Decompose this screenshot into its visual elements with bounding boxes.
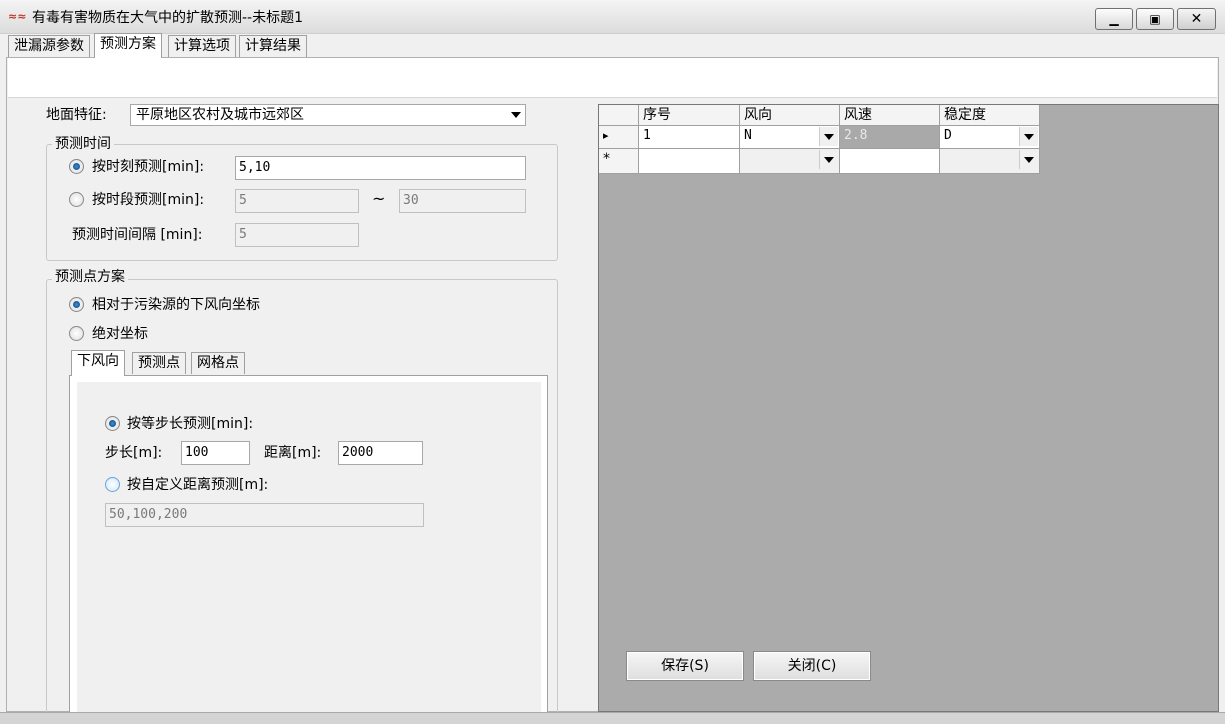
grid-corner	[599, 105, 639, 126]
tab-prediction-plan[interactable]: 预测方案	[94, 33, 162, 58]
period-start-input[interactable]: 5	[235, 189, 359, 213]
title-bar: ≈≈ 有毒有害物质在大气中的扩散预测--未标题1 ▁ ▣ ✕	[0, 0, 1225, 34]
custom-distance-label: 按自定义距离预测[m]:	[127, 477, 269, 493]
tilde-separator: ~	[372, 189, 386, 208]
minimize-button[interactable]: ▁	[1095, 8, 1133, 30]
subtab-downwind[interactable]: 下风向	[71, 350, 125, 376]
tab-leak-source[interactable]: 泄漏源参数	[8, 35, 90, 57]
ground-feature-value: 平原地区农村及城市远郊区	[136, 107, 304, 123]
prediction-point-title: 预测点方案	[52, 269, 128, 285]
stability-value: D	[944, 128, 952, 143]
grid-header-direction[interactable]: 风向	[740, 105, 840, 126]
app-logo-icon: ≈≈	[8, 10, 27, 23]
chevron-down-icon[interactable]	[1019, 127, 1038, 146]
custom-distance-input[interactable]: 50,100,200	[105, 503, 424, 527]
new-row-cell-seq[interactable]	[639, 149, 740, 174]
absolute-coord-label: 绝对坐标	[92, 326, 148, 342]
ground-feature-label: 地面特征:	[46, 107, 107, 123]
by-period-radio[interactable]	[69, 192, 84, 207]
close-dialog-button[interactable]: 关闭(C)	[753, 651, 871, 681]
by-moment-radio[interactable]	[69, 159, 84, 174]
chevron-down-icon[interactable]	[819, 150, 838, 169]
close-button[interactable]: ✕	[1177, 8, 1216, 30]
relative-coord-label: 相对于污染源的下风向坐标	[92, 297, 260, 313]
status-bar	[0, 712, 1225, 724]
save-button[interactable]: 保存(S)	[626, 651, 744, 681]
direction-value: N	[744, 128, 752, 143]
by-period-label: 按时段预测[min]:	[92, 192, 205, 208]
window-title: 有毒有害物质在大气中的扩散预测--未标题1	[32, 10, 304, 26]
interval-input[interactable]: 5	[235, 223, 359, 247]
by-moment-label: 按时刻预测[min]:	[92, 159, 205, 175]
grid-header-seq[interactable]: 序号	[639, 105, 740, 126]
ground-feature-select[interactable]: 平原地区农村及城市远郊区	[130, 104, 526, 126]
new-row-cell-speed[interactable]	[840, 149, 940, 174]
period-end-input[interactable]: 30	[399, 189, 526, 213]
relative-coord-radio[interactable]	[69, 297, 84, 312]
maximize-button[interactable]: ▣	[1136, 8, 1174, 30]
maximize-icon: ▣	[1149, 12, 1161, 26]
distance-input[interactable]: 2000	[338, 441, 423, 465]
prediction-time-title: 预测时间	[52, 136, 114, 152]
equal-step-radio[interactable]	[105, 416, 120, 431]
close-icon: ✕	[1190, 11, 1203, 27]
distance-label: 距离[m]:	[264, 445, 322, 461]
row-pointer-icon[interactable]: ▸	[599, 126, 639, 149]
interval-label: 预测时间间隔 [min]:	[72, 227, 203, 243]
wind-data-grid: 序号 风向 风速 稳定度 ▸ 1 N 2.8 D *	[598, 104, 1219, 712]
step-input[interactable]: 100	[181, 441, 250, 465]
absolute-coord-radio[interactable]	[69, 326, 84, 341]
grid-cell-seq[interactable]: 1	[639, 126, 740, 149]
chevron-down-icon[interactable]	[819, 127, 838, 146]
grid-header-stability[interactable]: 稳定度	[940, 105, 1040, 126]
step-label: 步长[m]:	[105, 445, 163, 461]
new-row-cell-stability[interactable]	[940, 149, 1040, 174]
grid-cell-speed[interactable]: 2.8	[840, 126, 940, 149]
subtab-prediction-points[interactable]: 预测点	[132, 352, 186, 374]
new-row-cell-direction[interactable]	[740, 149, 840, 174]
chevron-down-icon[interactable]	[1019, 150, 1038, 169]
custom-distance-radio[interactable]	[105, 477, 120, 492]
subtab-grid-points[interactable]: 网格点	[191, 352, 245, 374]
grid-cell-direction[interactable]: N	[740, 126, 840, 149]
grid-header-speed[interactable]: 风速	[840, 105, 940, 126]
tab-calc-results[interactable]: 计算结果	[239, 35, 307, 57]
grid-cell-stability[interactable]: D	[940, 126, 1040, 149]
new-row-icon[interactable]: *	[599, 149, 639, 174]
subtab-panel-inner	[77, 382, 541, 722]
minimize-icon: ▁	[1109, 12, 1119, 26]
chevron-down-icon	[511, 112, 521, 118]
equal-step-label: 按等步长预测[min]:	[127, 416, 254, 432]
top-strip	[8, 58, 1217, 98]
by-moment-input[interactable]: 5,10	[235, 156, 526, 180]
tab-calc-options[interactable]: 计算选项	[168, 35, 236, 57]
